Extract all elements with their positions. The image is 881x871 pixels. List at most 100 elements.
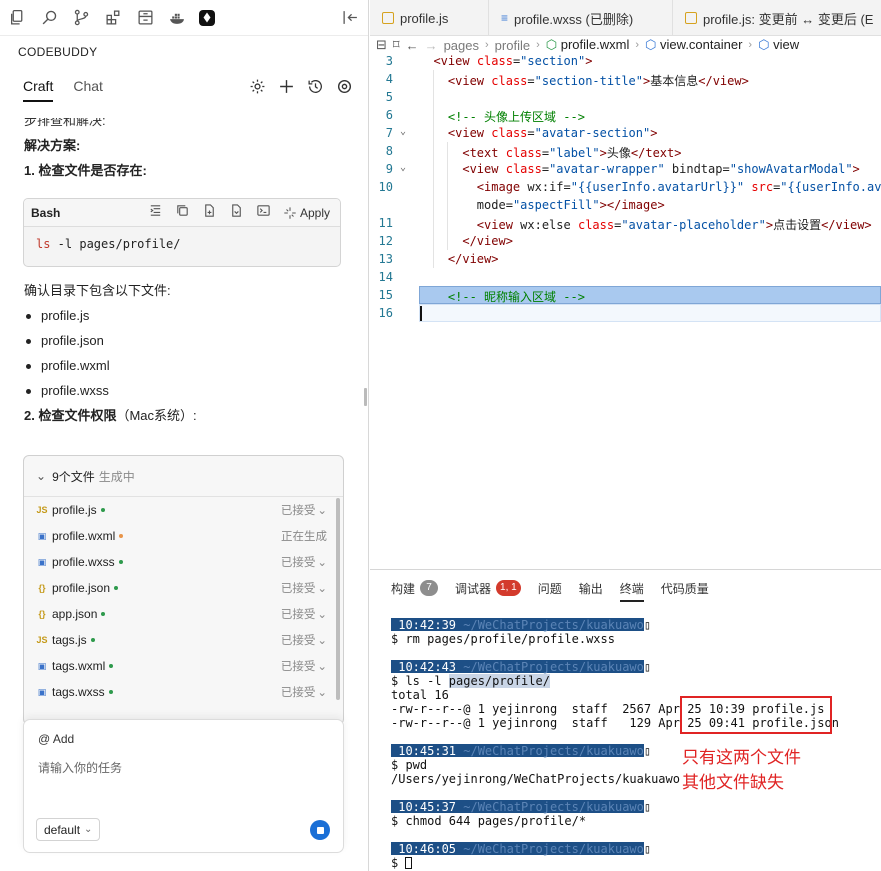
settings-gear-icon[interactable]	[247, 76, 267, 96]
chat-transcript: 步排查和解决: 解决方案: 1. 检查文件是否存在: Bash Apply ls…	[0, 118, 366, 871]
new-chat-plus-icon[interactable]	[276, 76, 296, 96]
step2-label: 2. 检查文件权限	[24, 408, 117, 423]
tab-label: profile.js: 变更前 ↔ 变更后 (E	[703, 11, 874, 27]
file-row[interactable]: JS profile.js 已接受 ⌄	[24, 497, 343, 523]
terminal-line: $ chmod 644 pages/profile/*	[391, 814, 587, 828]
annotation-text: 只有这两个文件 其他文件缺失	[682, 746, 801, 796]
terminal-output[interactable]: 10:42:39 ~/WeChatProjects/kuakuawo▯ $ rm…	[391, 612, 839, 870]
file-row[interactable]: ▣ tags.wxml 已接受 ⌄	[24, 653, 343, 679]
generated-files-panel: ⌄ 9个文件 生成中 JS profile.js 已接受 ⌄ ▣ profile.wxml…	[23, 455, 344, 725]
explorer-icon[interactable]	[7, 8, 27, 28]
history-icon[interactable]	[305, 76, 325, 96]
chevron-down-icon[interactable]: ⌄	[36, 469, 46, 483]
panel-resize-handle[interactable]	[364, 388, 367, 406]
stop-icon	[316, 826, 324, 834]
panel-tab[interactable]: 终端	[619, 570, 644, 606]
panel-tab[interactable]: 代码质量	[661, 570, 709, 606]
fold-chevron-icon[interactable]: ⌄	[400, 126, 406, 137]
open-file-icon[interactable]	[229, 203, 244, 223]
editor-tab-profile-js[interactable]: profile.js	[370, 0, 489, 36]
editor-area: profile.js ≡ profile.wxss (已删除) profile.j…	[370, 0, 881, 871]
file-row[interactable]: {} app.json 已接受 ⌄	[24, 601, 343, 627]
prompt-time: 10:45:31	[391, 744, 464, 758]
collapse-panel-icon[interactable]	[340, 8, 360, 28]
new-file-icon[interactable]	[202, 203, 217, 223]
code-line: <view class="section-title">基本信息</view>	[447, 74, 749, 88]
tab-craft[interactable]: Craft	[23, 70, 54, 102]
chevron-down-icon[interactable]: ⌄	[317, 685, 327, 699]
tab-chat[interactable]: Chat	[73, 70, 103, 102]
panel-tab[interactable]: 构建 7	[391, 570, 439, 606]
line-number: 16	[378, 306, 393, 320]
source-control-icon[interactable]	[71, 8, 91, 28]
fold-chevron-icon[interactable]: ⌄	[400, 162, 406, 173]
chevron-down-icon[interactable]: ⌄	[317, 503, 327, 517]
bottom-panel: 构建 7 调试器 1, 1 问题 输出 终端 代码质量 10:42:39 ~/WeChatPr…	[370, 569, 881, 871]
bookmark-icon[interactable]: ⌑	[393, 37, 400, 53]
add-context-button[interactable]: @ Add	[38, 732, 74, 746]
wxml-file-icon: ▣	[37, 556, 47, 567]
preferences-icon[interactable]	[334, 76, 354, 96]
file-row[interactable]: ▣ profile.wxml 正在生成	[24, 523, 343, 549]
expected-file-list: profile.js profile.json profile.wxml pro…	[24, 307, 110, 407]
file-row[interactable]: JS tags.js 已接受 ⌄	[24, 627, 343, 653]
js-file-icon: JS	[36, 505, 48, 515]
panel-tab[interactable]: 输出	[579, 570, 603, 606]
breadcrumb-file[interactable]: ⬡ profile.wxml	[546, 37, 630, 53]
panel-tab[interactable]: 问题	[538, 570, 562, 606]
line-number: 6	[385, 108, 393, 122]
model-select[interactable]: default ⌄	[36, 818, 101, 841]
code-line: <view class="avatar-section">	[447, 126, 658, 140]
back-arrow-icon[interactable]: ←	[406, 38, 419, 53]
copy-icon[interactable]	[175, 203, 190, 223]
files-count: 9个文件	[52, 469, 95, 484]
chevron-down-icon[interactable]: ⌄	[317, 581, 327, 595]
annotation-line: 其他文件缺失	[682, 773, 784, 793]
terminal-prompt: 10:42:43 ~/WeChatProjects/kuakuawo	[391, 660, 644, 674]
line-number: 7	[385, 126, 393, 140]
terminal-line: 10:42:43 ~/WeChatProjects/kuakuawo▯	[391, 660, 652, 674]
list-item: profile.wxml	[24, 357, 110, 382]
codebuddy-icon[interactable]	[199, 9, 215, 26]
docker-icon[interactable]	[167, 8, 187, 28]
file-name: profile.js	[52, 503, 97, 517]
file-row[interactable]: ▣ tags.wxss 已接受 ⌄	[24, 679, 343, 705]
editor-tab-diff[interactable]: profile.js: 变更前 ↔ 变更后 (E	[673, 0, 881, 36]
prompt-path: ~/WeChatProjects/kuakuawo	[463, 660, 644, 674]
storage-icon[interactable]	[135, 8, 155, 28]
file-row[interactable]: {} profile.json 已接受 ⌄	[24, 575, 343, 601]
step1-text: 1. 检查文件是否存在:	[0, 162, 366, 180]
step2-suffix: （Mac系统）:	[116, 408, 197, 423]
code-line: </view>	[447, 252, 499, 266]
split-editor-icon[interactable]: ⊟	[376, 37, 387, 53]
chevron-down-icon[interactable]: ⌄	[317, 555, 327, 569]
file-row[interactable]: ▣ profile.wxss 已接受 ⌄	[24, 549, 343, 575]
code-line: <view class="section">	[433, 54, 593, 68]
terminal-run-icon[interactable]	[256, 203, 271, 223]
breadcrumb-item[interactable]: pages	[444, 38, 479, 53]
chevron-down-icon[interactable]: ⌄	[317, 607, 327, 621]
code-editor[interactable]: 3 4 5 6 7 8 9 10 11 12 13 14 15 16 ⌄ ⌄ <view class="s…	[370, 54, 881, 569]
prompt-path: ~/WeChatProjects/kuakuawo	[463, 618, 644, 632]
apply-label: Apply	[299, 205, 330, 220]
breadcrumb-item[interactable]: ⬡ view	[758, 37, 799, 53]
status-dot	[118, 560, 123, 564]
search-icon[interactable]	[39, 8, 59, 28]
task-input[interactable]: 请输入你的任务	[38, 759, 122, 776]
files-scrollbar[interactable]	[336, 498, 340, 700]
apply-button[interactable]: Apply	[283, 206, 330, 220]
panel-tab-label: 问题	[537, 581, 562, 596]
editor-tab-profile-wxss[interactable]: ≡ profile.wxss (已删除)	[489, 0, 673, 36]
extensions-icon[interactable]	[103, 8, 123, 28]
chevron-down-icon[interactable]: ⌄	[317, 633, 327, 647]
stop-generation-button[interactable]	[310, 820, 330, 840]
forward-arrow-icon[interactable]: →	[425, 38, 438, 53]
breadcrumb-item[interactable]: ⬡ view.container	[645, 37, 742, 53]
status-dot	[114, 586, 119, 590]
code-block-header: Bash Apply	[24, 199, 340, 227]
panel-tab[interactable]: 调试器 1, 1	[455, 570, 521, 606]
breadcrumb-item[interactable]: profile	[495, 38, 530, 53]
insert-icon[interactable]	[148, 203, 163, 223]
files-panel-header[interactable]: ⌄ 9个文件 生成中	[24, 456, 343, 497]
chevron-down-icon[interactable]: ⌄	[317, 659, 327, 673]
